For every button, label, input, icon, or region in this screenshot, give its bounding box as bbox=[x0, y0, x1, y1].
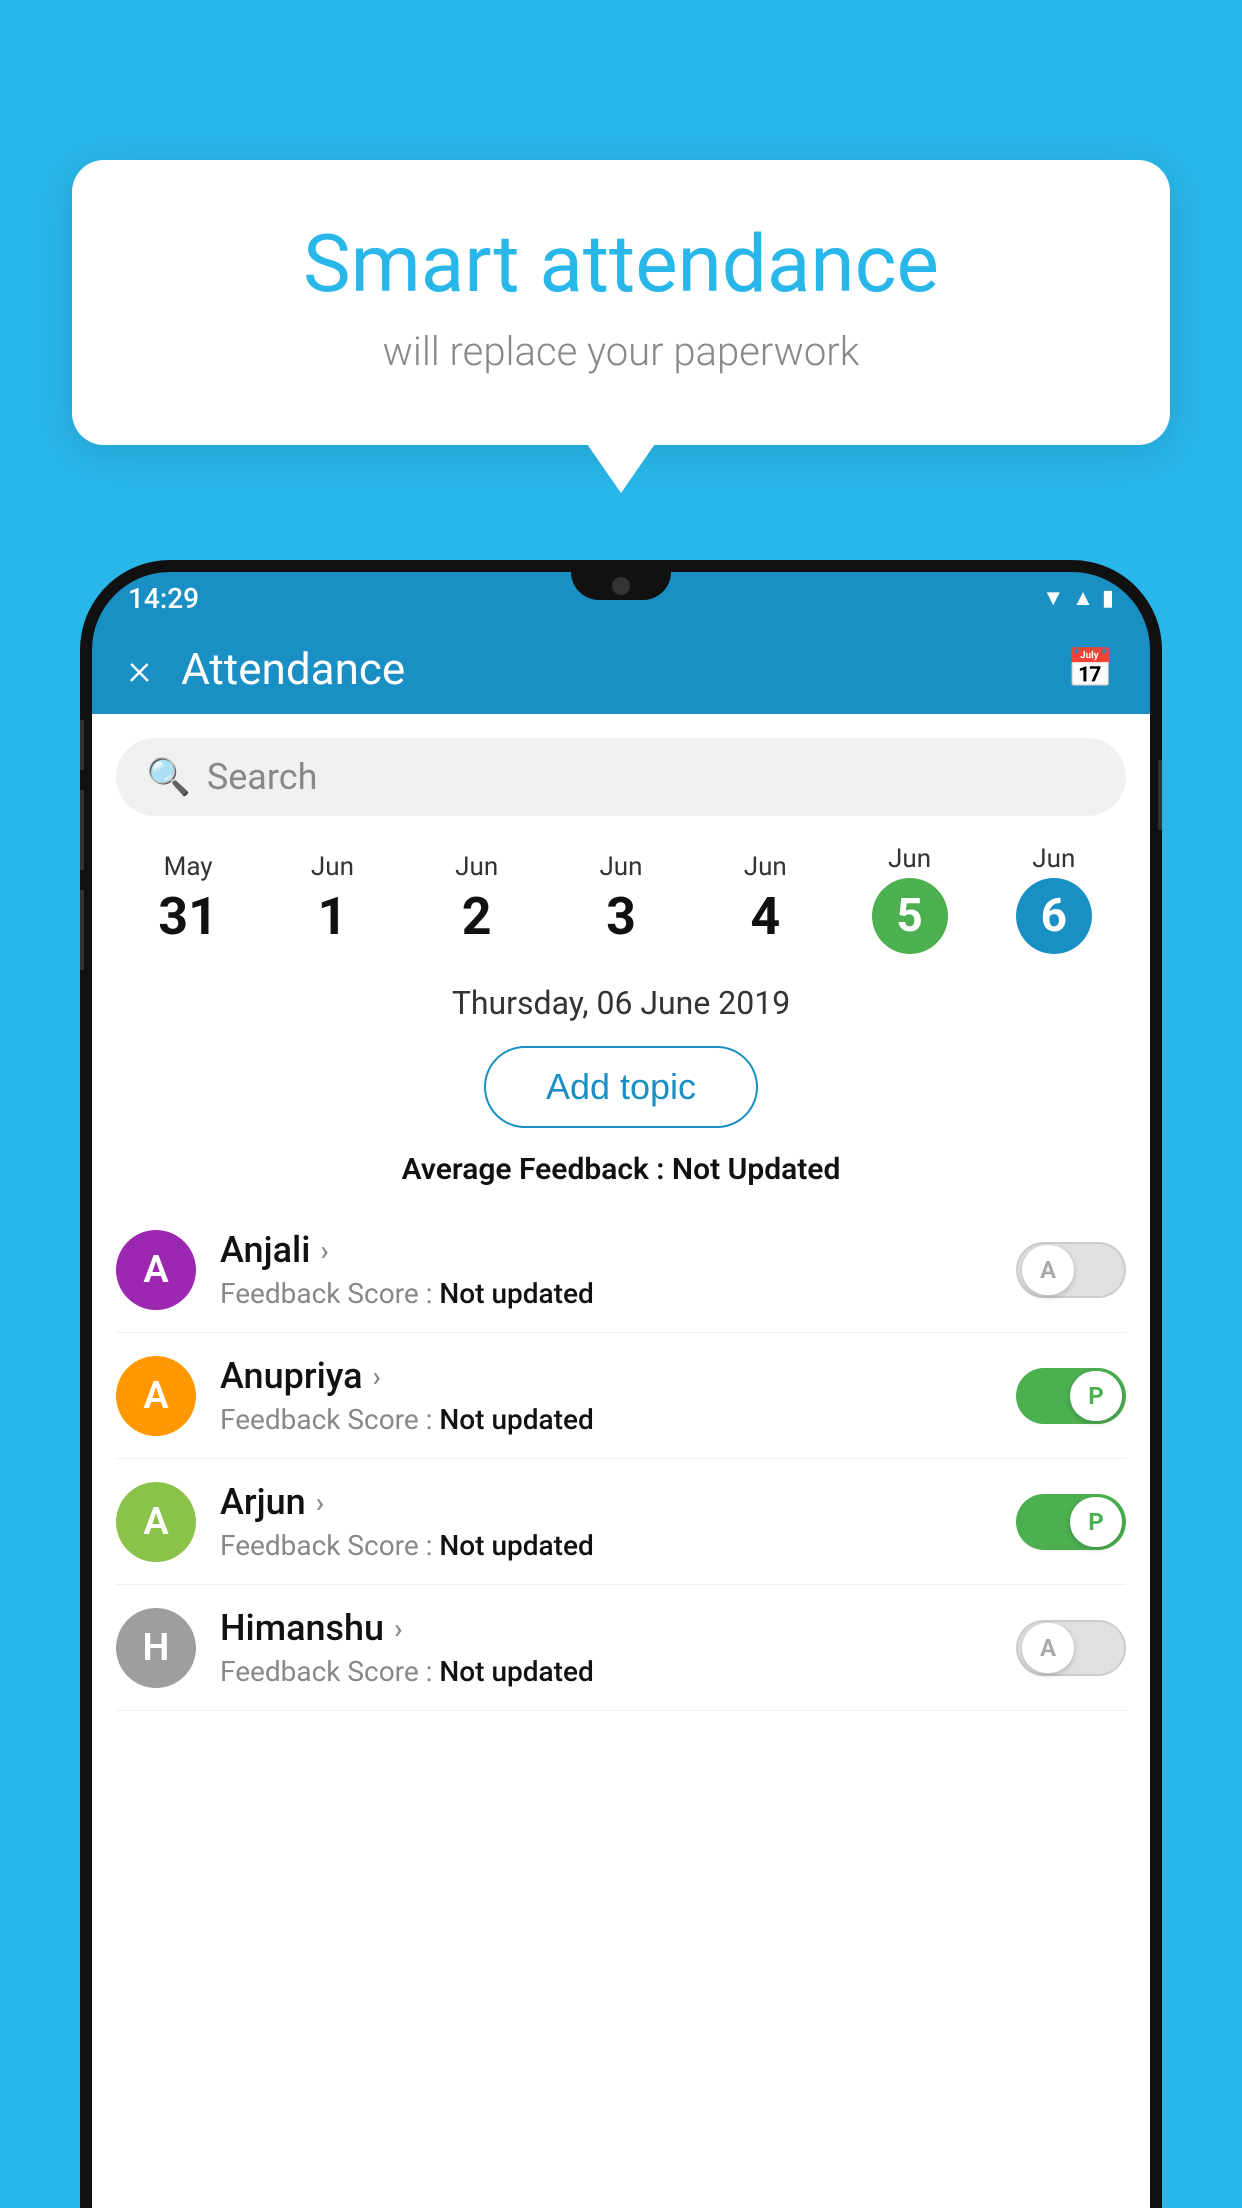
date-cell-jun5[interactable]: Jun 5 bbox=[837, 844, 981, 954]
chevron-right-icon: › bbox=[394, 1612, 402, 1645]
avg-feedback: Average Feedback : Not Updated bbox=[92, 1152, 1150, 1187]
date-day-today: 5 bbox=[872, 878, 948, 954]
student-row[interactable]: A Anjali › Feedback Score : Not updated … bbox=[116, 1207, 1126, 1333]
date-cell-jun4[interactable]: Jun 4 bbox=[693, 852, 837, 947]
chevron-right-icon: › bbox=[316, 1486, 324, 1519]
camera bbox=[612, 577, 630, 595]
date-day-selected: 6 bbox=[1016, 878, 1092, 954]
date-day: 4 bbox=[693, 886, 837, 947]
volume-up-button bbox=[80, 790, 84, 870]
wifi-icon: ▼ bbox=[1042, 585, 1064, 611]
status-time: 14:29 bbox=[128, 582, 199, 615]
volume-silent-button bbox=[80, 720, 84, 770]
date-month: Jun bbox=[982, 844, 1126, 874]
attendance-toggle-arjun[interactable]: P bbox=[1016, 1494, 1126, 1550]
date-month: Jun bbox=[405, 852, 549, 882]
status-icons: ▼ ▲ ▮ bbox=[1042, 585, 1114, 611]
date-month: May bbox=[116, 852, 260, 882]
date-cell-may31[interactable]: May 31 bbox=[116, 852, 260, 947]
date-month: Jun bbox=[693, 852, 837, 882]
avg-feedback-label: Average Feedback : bbox=[402, 1152, 672, 1187]
toggle-knob: P bbox=[1070, 1371, 1122, 1421]
search-input[interactable]: Search bbox=[207, 756, 318, 798]
close-button[interactable]: × bbox=[128, 643, 151, 695]
toggle-knob: A bbox=[1022, 1623, 1074, 1673]
signal-icon: ▲ bbox=[1072, 585, 1094, 611]
date-day: 31 bbox=[116, 886, 260, 947]
date-month: Jun bbox=[549, 852, 693, 882]
date-day: 2 bbox=[405, 886, 549, 947]
student-info-anupriya: Anupriya › Feedback Score : Not updated bbox=[220, 1355, 992, 1436]
date-cell-jun6[interactable]: Jun 6 bbox=[982, 844, 1126, 954]
phone-frame: 14:29 ▼ ▲ ▮ × Attendance 📅 🔍 Search May bbox=[80, 560, 1162, 2208]
feedback-anupriya: Feedback Score : Not updated bbox=[220, 1403, 992, 1436]
date-cell-jun3[interactable]: Jun 3 bbox=[549, 852, 693, 947]
search-bar[interactable]: 🔍 Search bbox=[116, 738, 1126, 816]
power-button bbox=[1158, 760, 1162, 830]
chevron-right-icon: › bbox=[320, 1234, 328, 1267]
feedback-himanshu: Feedback Score : Not updated bbox=[220, 1655, 992, 1688]
bubble-title: Smart attendance bbox=[152, 220, 1090, 308]
date-month: Jun bbox=[260, 852, 404, 882]
attendance-toggle-anupriya[interactable]: P bbox=[1016, 1368, 1126, 1424]
date-row: May 31 Jun 1 Jun 2 Jun 3 Jun 4 bbox=[92, 816, 1150, 954]
screen-content: 🔍 Search May 31 Jun 1 Jun 2 Jun bbox=[92, 714, 1150, 2208]
date-cell-jun2[interactable]: Jun 2 bbox=[405, 852, 549, 947]
feedback-arjun: Feedback Score : Not updated bbox=[220, 1529, 992, 1562]
speech-bubble: Smart attendance will replace your paper… bbox=[72, 160, 1170, 445]
app-header: × Attendance 📅 bbox=[92, 624, 1150, 714]
avatar-himanshu: H bbox=[116, 1608, 196, 1688]
student-info-himanshu: Himanshu › Feedback Score : Not updated bbox=[220, 1607, 992, 1688]
volume-down-button bbox=[80, 890, 84, 970]
battery-icon: ▮ bbox=[1102, 586, 1114, 611]
feedback-anjali: Feedback Score : Not updated bbox=[220, 1277, 992, 1310]
header-title: Attendance bbox=[181, 643, 1067, 695]
search-icon: 🔍 bbox=[146, 756, 191, 798]
avatar-anjali: A bbox=[116, 1230, 196, 1310]
add-topic-button[interactable]: Add topic bbox=[484, 1046, 758, 1128]
attendance-toggle-himanshu[interactable]: A bbox=[1016, 1620, 1126, 1676]
student-row[interactable]: A Anupriya › Feedback Score : Not update… bbox=[116, 1333, 1126, 1459]
notch bbox=[571, 572, 671, 600]
avatar-arjun: A bbox=[116, 1482, 196, 1562]
toggle-knob: P bbox=[1070, 1497, 1122, 1547]
avatar-anupriya: A bbox=[116, 1356, 196, 1436]
bubble-subtitle: will replace your paperwork bbox=[152, 328, 1090, 375]
student-row[interactable]: H Himanshu › Feedback Score : Not update… bbox=[116, 1585, 1126, 1711]
avg-feedback-value: Not Updated bbox=[672, 1152, 840, 1187]
phone-inner: 14:29 ▼ ▲ ▮ × Attendance 📅 🔍 Search May bbox=[92, 572, 1150, 2208]
student-row[interactable]: A Arjun › Feedback Score : Not updated P bbox=[116, 1459, 1126, 1585]
toggle-knob: A bbox=[1022, 1245, 1074, 1295]
student-name-anupriya: Anupriya › bbox=[220, 1355, 992, 1397]
student-name-anjali: Anjali › bbox=[220, 1229, 992, 1271]
date-month: Jun bbox=[837, 844, 981, 874]
student-name-arjun: Arjun › bbox=[220, 1481, 992, 1523]
student-name-himanshu: Himanshu › bbox=[220, 1607, 992, 1649]
student-list: A Anjali › Feedback Score : Not updated … bbox=[92, 1207, 1150, 1711]
date-day: 1 bbox=[260, 886, 404, 947]
date-day: 3 bbox=[549, 886, 693, 947]
chevron-right-icon: › bbox=[373, 1360, 381, 1393]
student-info-arjun: Arjun › Feedback Score : Not updated bbox=[220, 1481, 992, 1562]
attendance-toggle-anjali[interactable]: A bbox=[1016, 1242, 1126, 1298]
date-cell-jun1[interactable]: Jun 1 bbox=[260, 852, 404, 947]
selected-date-label: Thursday, 06 June 2019 bbox=[92, 984, 1150, 1022]
student-info-anjali: Anjali › Feedback Score : Not updated bbox=[220, 1229, 992, 1310]
calendar-icon[interactable]: 📅 bbox=[1067, 647, 1114, 691]
